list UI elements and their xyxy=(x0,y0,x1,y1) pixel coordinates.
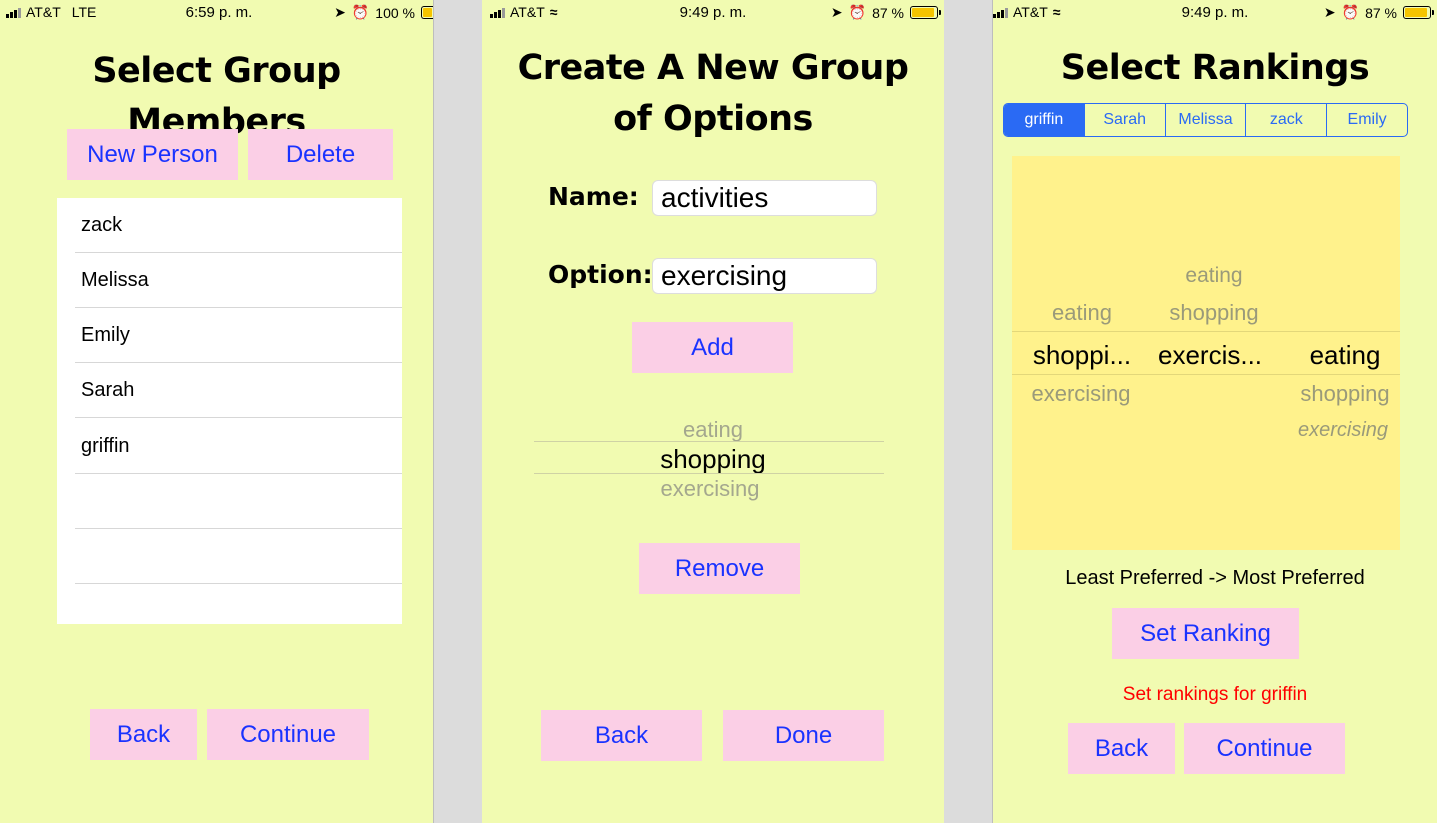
ranking-caption: Least Preferred -> Most Preferred xyxy=(1065,567,1365,589)
location-icon: ➤ xyxy=(334,4,346,20)
picker-col1-above: eating xyxy=(1052,300,1112,325)
status-bar: AT&T ≈ 9:49 p. m. ➤ ⏰ 87 % xyxy=(482,4,944,24)
alarm-icon: ⏰ xyxy=(1341,4,1360,20)
battery-icon xyxy=(421,6,433,19)
status-bar: AT&T ≈ 9:49 p. m. ➤ ⏰ 87 % xyxy=(993,4,1437,24)
member-row-3[interactable]: Emily xyxy=(75,308,402,363)
picker-col3-selected: eating xyxy=(1309,340,1381,370)
picker-item-above: eating xyxy=(683,417,743,442)
page-title-line1: Create A New Group xyxy=(517,48,909,88)
member-name: zack xyxy=(81,213,123,236)
empty-row xyxy=(75,584,402,639)
battery-icon xyxy=(1403,6,1434,19)
screen-select-rankings: AT&T ≈ 9:49 p. m. ➤ ⏰ 87 % Select Rankin… xyxy=(993,0,1437,823)
status-bar: AT&T LTE 6:59 p. m. ➤ ⏰ 100 % xyxy=(0,4,433,24)
picker-item-selected: shopping xyxy=(660,444,766,474)
member-name: Sarah xyxy=(81,378,135,401)
picker-col1-selected: shoppi... xyxy=(1032,340,1132,370)
picker-divider xyxy=(1012,331,1400,332)
member-row-1[interactable]: zack xyxy=(75,198,402,253)
continue-button[interactable]: Continue xyxy=(1184,723,1345,774)
member-row-2[interactable]: Melissa xyxy=(75,253,402,308)
segment-sarah[interactable]: Sarah xyxy=(1083,104,1165,136)
page-title-line2: of Options xyxy=(613,99,813,139)
name-label: Name: xyxy=(548,182,639,211)
picker-col1-below: exercising xyxy=(1031,381,1131,406)
member-name: Melissa xyxy=(81,268,149,291)
battery-percent: 87 % xyxy=(872,4,904,21)
battery-percent: 87 % xyxy=(1365,4,1397,21)
location-icon: ➤ xyxy=(1323,4,1336,20)
delete-button[interactable]: Delete xyxy=(248,129,393,180)
member-name: griffin xyxy=(81,434,130,457)
alarm-icon: ⏰ xyxy=(848,4,867,20)
battery-icon xyxy=(910,6,941,19)
segment-zack[interactable]: zack xyxy=(1245,104,1326,136)
status-message: Set rankings for griffin xyxy=(1122,684,1308,705)
alarm-icon: ⏰ xyxy=(351,4,370,20)
screen-select-group-members: AT&T LTE 6:59 p. m. ➤ ⏰ 100 % Select Gro… xyxy=(0,0,433,823)
member-row-5[interactable]: griffin xyxy=(75,419,402,474)
picker-divider xyxy=(534,441,884,442)
member-segmented-control[interactable]: griffin Sarah Melissa zack Emily xyxy=(1003,103,1408,137)
members-table: zack Melissa Emily Sarah griffin xyxy=(57,198,402,624)
back-button[interactable]: Back xyxy=(90,709,197,760)
picker-divider xyxy=(534,473,884,474)
screen-create-group: AT&T ≈ 9:49 p. m. ➤ ⏰ 87 % Create A New … xyxy=(482,0,944,823)
picker-col3-below: shopping xyxy=(1300,381,1390,406)
option-field[interactable]: exercising xyxy=(652,258,877,294)
member-name: Emily xyxy=(81,323,130,346)
battery-percent: 100 % xyxy=(375,4,415,21)
remove-button[interactable]: Remove xyxy=(639,543,800,594)
picker-col2-above: shopping xyxy=(1169,300,1259,325)
member-row-4[interactable]: Sarah xyxy=(75,363,402,418)
segment-melissa[interactable]: Melissa xyxy=(1164,104,1246,136)
picker-item-below: exercising xyxy=(660,476,760,501)
segment-emily[interactable]: Emily xyxy=(1326,104,1407,136)
picker-divider xyxy=(1012,374,1400,375)
empty-row xyxy=(75,529,402,584)
name-field[interactable]: activities xyxy=(652,180,877,216)
segment-griffin[interactable]: griffin xyxy=(1004,104,1084,136)
set-ranking-button[interactable]: Set Ranking xyxy=(1112,608,1299,659)
back-button[interactable]: Back xyxy=(1068,723,1175,774)
option-label: Option: xyxy=(548,260,653,289)
picker-col2-selected: exercis... xyxy=(1157,340,1263,370)
picker-col2-above2: eating xyxy=(1185,264,1243,287)
ranking-picker[interactable]: eating shoppi... exercising eating shopp… xyxy=(1012,156,1400,550)
done-button[interactable]: Done xyxy=(723,710,884,761)
add-button[interactable]: Add xyxy=(632,322,793,373)
empty-row xyxy=(75,474,402,529)
page-title: Select Rankings xyxy=(1060,48,1370,88)
continue-button[interactable]: Continue xyxy=(207,709,369,760)
location-icon: ➤ xyxy=(830,4,843,20)
picker-col3-below2: exercising xyxy=(1297,419,1389,441)
back-button[interactable]: Back xyxy=(541,710,702,761)
new-person-button[interactable]: New Person xyxy=(67,129,238,180)
